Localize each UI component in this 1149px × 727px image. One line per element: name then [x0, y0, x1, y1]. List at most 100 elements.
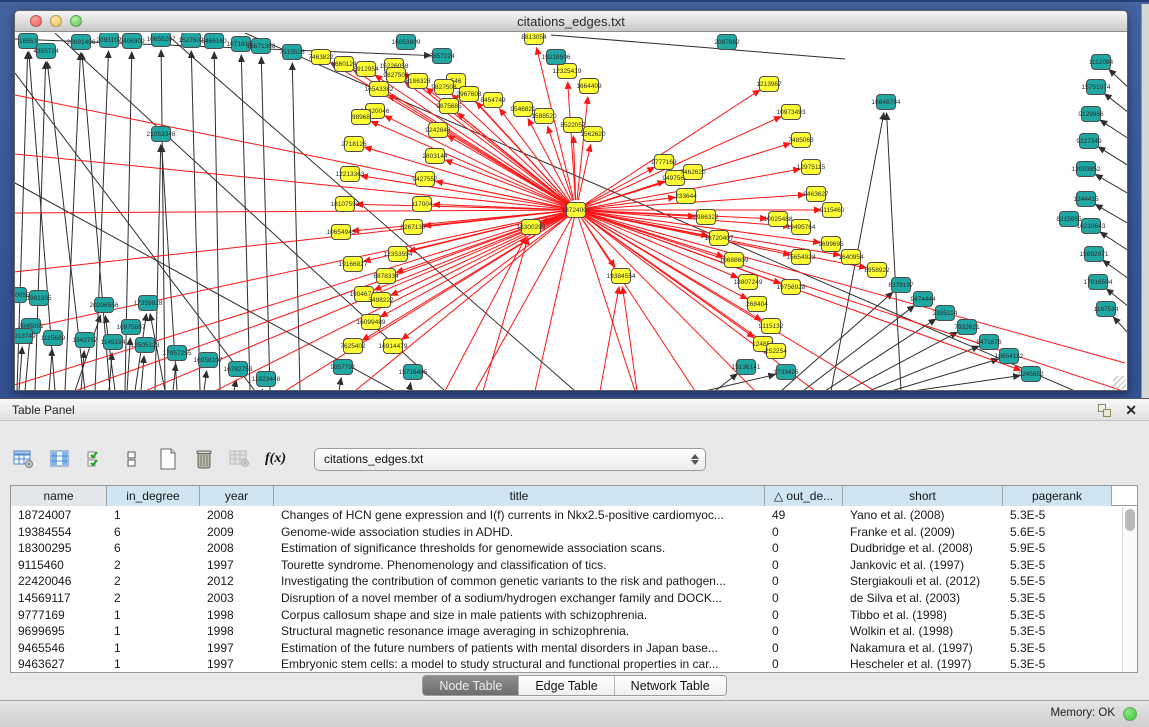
table-cell-pagerank[interactable]: 5.5E-5: [1003, 573, 1112, 590]
table-cell-pagerank[interactable]: 5.3E-5: [1003, 656, 1112, 672]
delete-column-icon[interactable]: [226, 446, 253, 473]
graph-node[interactable]: 1115689: [41, 331, 66, 346]
graph-node[interactable]: 252254: [765, 344, 787, 359]
graph-node[interactable]: 2935114: [933, 306, 958, 321]
table-cell-year[interactable]: 1997: [200, 656, 274, 672]
table-row[interactable]: 1872400712008Changes of HCN gene express…: [11, 507, 1121, 524]
table-cell-name[interactable]: 9699695: [11, 623, 107, 640]
table-cell-out_de[interactable]: 0: [765, 590, 843, 607]
graph-node[interactable]: 7462620: [680, 165, 706, 180]
table-cell-pagerank[interactable]: 5.3E-5: [1003, 557, 1112, 574]
graph-node[interactable]: 1244415: [1073, 192, 1099, 207]
graph-edge[interactable]: [483, 238, 528, 390]
graph-node[interactable]: 9227349: [1076, 134, 1102, 149]
table-cell-title[interactable]: Embryonic stem cells: a model to study s…: [274, 656, 765, 672]
table-cell-short[interactable]: Nakamura et al. (1997): [843, 640, 1003, 657]
graph-edge[interactable]: [436, 181, 566, 208]
table-cell-year[interactable]: 1997: [200, 640, 274, 657]
table-cell-in_degree[interactable]: 2: [107, 557, 200, 574]
graph-node[interactable]: 10654112: [995, 349, 1024, 364]
table-cell-out_de[interactable]: 0: [765, 524, 843, 541]
graph-node[interactable]: 1664409: [576, 79, 602, 94]
column-header-name[interactable]: name: [11, 486, 107, 506]
table-cell-name[interactable]: 9777169: [11, 607, 107, 624]
tab-node-table[interactable]: Node Table: [423, 676, 519, 695]
graph-node[interactable]: 16958107: [194, 353, 223, 368]
graph-node[interactable]: 8878334: [373, 269, 399, 284]
graph-edge[interactable]: [576, 210, 1125, 363]
table-cell-out_de[interactable]: 0: [765, 557, 843, 574]
graph-node[interactable]: 7485063: [788, 133, 814, 148]
table-cell-pagerank[interactable]: 5.3E-5: [1003, 640, 1112, 657]
table-cell-in_degree[interactable]: 2: [107, 590, 200, 607]
table-cell-short[interactable]: Wolkin et al. (1998): [843, 623, 1003, 640]
graph-node[interactable]: 12325419: [553, 64, 582, 79]
table-row[interactable]: 946362711997Embryonic stem cells: a mode…: [11, 656, 1121, 672]
graph-node[interactable]: 8471676: [976, 335, 1002, 350]
graph-node[interactable]: 1733426: [773, 365, 799, 380]
graph-node[interactable]: 7463822: [308, 50, 334, 65]
column-header-short[interactable]: short: [843, 486, 1003, 506]
column-header-out_de[interactable]: △ out_de...: [765, 486, 843, 506]
graph-edge[interactable]: [1109, 69, 1127, 88]
table-cell-name[interactable]: 22420046: [11, 573, 107, 590]
table-row[interactable]: 1830029562008Estimation of significance …: [11, 540, 1121, 557]
table-cell-in_degree[interactable]: 6: [107, 524, 200, 541]
graph-edge[interactable]: [191, 51, 200, 390]
graph-node[interactable]: 2087682: [714, 35, 740, 50]
table-cell-year[interactable]: 2003: [200, 590, 274, 607]
table-settings-icon[interactable]: [10, 446, 37, 473]
graph-node[interactable]: 1527602: [178, 33, 204, 48]
column-header-title[interactable]: title: [274, 486, 765, 506]
graph-node[interactable]: 1640954: [838, 250, 864, 265]
graph-node[interactable]: 98968: [352, 110, 371, 125]
graph-node[interactable]: 9777169: [651, 155, 677, 170]
table-cell-in_degree[interactable]: 1: [107, 623, 200, 640]
graph-node[interactable]: 20206556: [90, 298, 119, 313]
graph-node[interactable]: 9115460: [820, 203, 845, 218]
graph-node[interactable]: 12353594: [384, 247, 413, 262]
graph-node[interactable]: 117004: [411, 197, 433, 212]
table-cell-pagerank[interactable]: 5.3E-5: [1003, 623, 1112, 640]
graph-edge[interactable]: [262, 389, 263, 390]
graph-node[interactable]: 12975115: [797, 160, 826, 175]
graph-node[interactable]: 1213967: [756, 77, 782, 92]
table-cell-out_de[interactable]: 0: [765, 573, 843, 590]
table-cell-title[interactable]: Changes of HCN gene expression and I(f) …: [274, 507, 765, 524]
graph-node[interactable]: 19218506: [542, 50, 571, 65]
table-cell-name[interactable]: 14569117: [11, 590, 107, 607]
graph-node[interactable]: 9406309: [119, 34, 145, 49]
graph-edge[interactable]: [585, 213, 1020, 370]
graph-node[interactable]: 17359928: [134, 296, 163, 311]
table-cell-title[interactable]: Tourette syndrome. Phenomenology and cla…: [274, 557, 765, 574]
graph-node[interactable]: 9875685: [436, 99, 462, 114]
table-cell-year[interactable]: 2012: [200, 573, 274, 590]
graph-node[interactable]: 9115132: [759, 319, 784, 334]
table-cell-in_degree[interactable]: 6: [107, 540, 200, 557]
table-cell-pagerank[interactable]: 5.6E-5: [1003, 524, 1112, 541]
table-cell-in_degree[interactable]: 2: [107, 573, 200, 590]
graph-node[interactable]: 16953: [19, 34, 38, 49]
table-cell-title[interactable]: Structural magnetic resonance image aver…: [274, 623, 765, 640]
table-cell-pagerank[interactable]: 5.3E-5: [1003, 507, 1112, 524]
graph-node[interactable]: 16053809: [392, 35, 421, 50]
table-cell-out_de[interactable]: 0: [765, 540, 843, 557]
graph-node[interactable]: 15692971: [1080, 247, 1109, 262]
graph-node[interactable]: 1145194: [101, 335, 126, 350]
graph-edge[interactable]: [535, 210, 576, 390]
close-window-icon[interactable]: [30, 15, 42, 27]
table-cell-in_degree[interactable]: 1: [107, 507, 200, 524]
graph-node[interactable]: 3498222: [368, 293, 394, 308]
table-cell-year[interactable]: 1997: [200, 557, 274, 574]
graph-edge[interactable]: [1113, 317, 1127, 334]
graph-node[interactable]: 268404: [746, 297, 768, 312]
graph-edge[interactable]: [887, 113, 901, 390]
graph-edge[interactable]: [49, 349, 52, 390]
table-cell-title[interactable]: Genome-wide association studies in ADHD.: [274, 524, 765, 541]
selection-mode-icon[interactable]: [82, 446, 109, 473]
graph-node[interactable]: 10973493: [777, 105, 806, 120]
graph-edge[interactable]: [173, 364, 176, 390]
graph-edge[interactable]: [241, 55, 250, 390]
table-cell-out_de[interactable]: 0: [765, 656, 843, 672]
graph-node[interactable]: 9242843: [425, 123, 451, 138]
